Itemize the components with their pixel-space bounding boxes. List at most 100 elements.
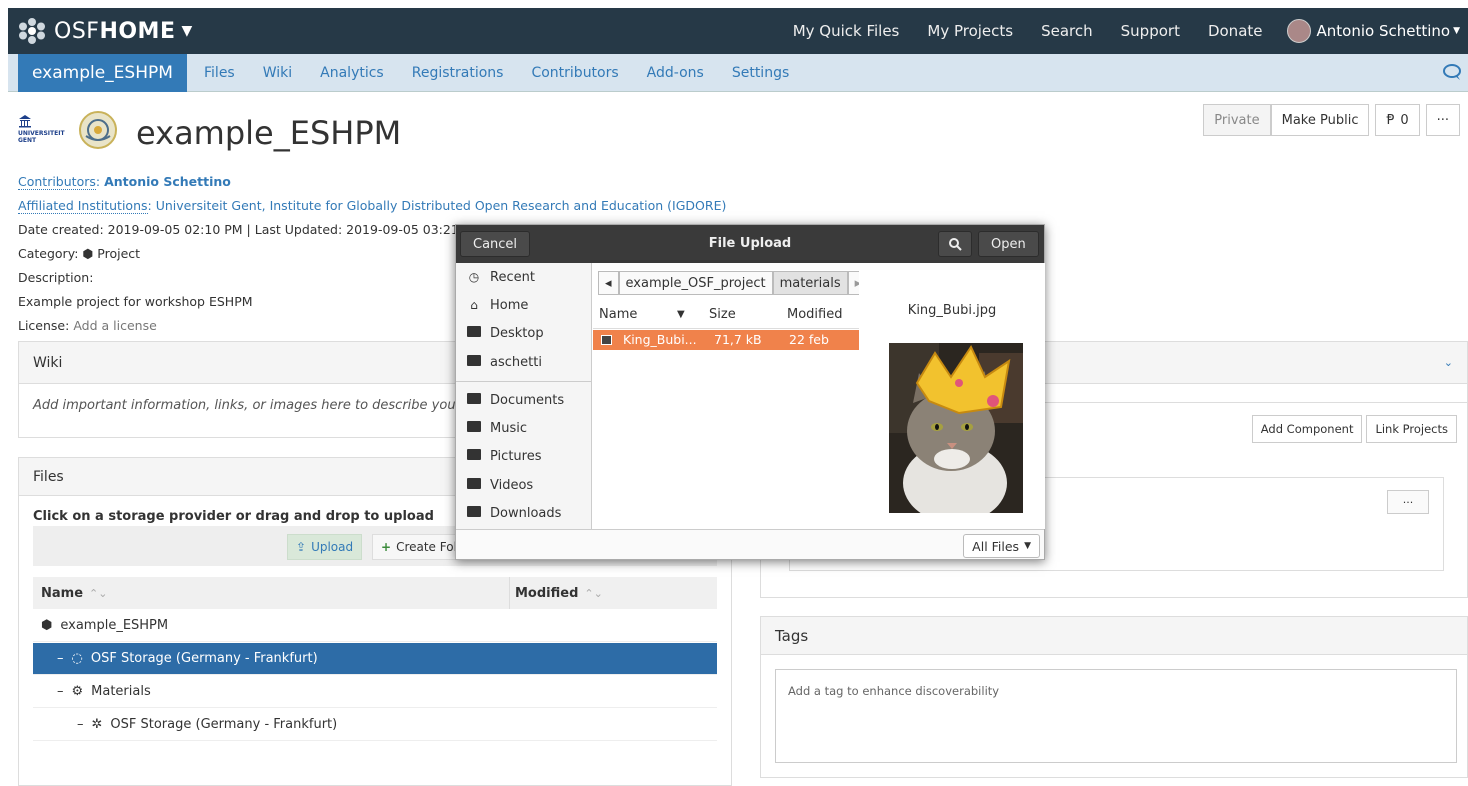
sort-icon: ⌃⌄ xyxy=(584,586,603,600)
project-name-tab[interactable]: example_ESHPM xyxy=(18,54,187,92)
file-type-filter[interactable]: All Files ▼ xyxy=(963,534,1040,558)
osf-home-brand[interactable]: OSF HOME ▼ xyxy=(18,16,193,46)
col-modified[interactable]: Modified xyxy=(787,307,842,322)
top-links: My Quick Files My Projects Search Suppor… xyxy=(779,8,1468,54)
nav-search[interactable]: Search xyxy=(1041,22,1093,40)
comments-icon[interactable] xyxy=(1442,63,1462,81)
nav-my-quick-files[interactable]: My Quick Files xyxy=(793,22,900,40)
table-row[interactable]: ⬢ example_ESHPM xyxy=(33,610,717,642)
nav-donate[interactable]: Donate xyxy=(1208,22,1263,40)
upload-icon: ⇪ xyxy=(296,540,307,554)
path-back-icon[interactable]: ◂ xyxy=(598,271,619,295)
institution-logo-igdore[interactable] xyxy=(78,110,118,150)
tag-input[interactable]: Add a tag to enhance discoverability xyxy=(775,669,1457,763)
sidebar-item-desktop[interactable]: Desktop xyxy=(466,321,544,345)
affiliated-institutions[interactable]: Universiteit Gent, Institute for Globall… xyxy=(156,198,727,213)
collapse-icon[interactable]: – xyxy=(77,717,84,732)
list-item[interactable]: King_Bubi... 71,7 kB 22 feb xyxy=(593,330,859,350)
private-button[interactable]: Private xyxy=(1203,104,1271,136)
tab-contributors[interactable]: Contributors xyxy=(531,65,618,81)
affiliated-label[interactable]: Affiliated Institutions xyxy=(18,198,148,214)
tags-panel-title: Tags xyxy=(761,617,1467,655)
wiki-placeholder-text: Add important information, links, or ima… xyxy=(33,398,515,413)
search-icon[interactable] xyxy=(938,231,972,257)
cat-with-crown-image xyxy=(889,343,1023,513)
sidebar-item-videos[interactable]: Videos xyxy=(466,473,533,497)
sidebar-item-recent[interactable]: ◷ Recent xyxy=(466,265,535,289)
collapse-icon[interactable]: – xyxy=(57,651,64,666)
file-size: 71,7 kB xyxy=(714,332,762,347)
table-row[interactable]: – ◌ OSF Storage (Germany - Frankfurt) xyxy=(33,643,717,675)
add-component-button[interactable]: Add Component xyxy=(1251,415,1363,443)
contributor-link[interactable]: Antonio Schettino xyxy=(104,174,231,189)
institution-logo-ugent[interactable]: UNIVERSITEIT GENT xyxy=(18,114,66,148)
file-list-header: Name ▼ Size Modified xyxy=(593,301,859,329)
folder-icon xyxy=(466,506,482,520)
file-preview: King_Bubi.jpg xyxy=(859,263,1045,529)
fork-icon: Ᵽ xyxy=(1386,112,1395,128)
sort-icon: ⌃⌄ xyxy=(89,586,108,600)
table-row[interactable]: – ✲ OSF Storage (Germany - Frankfurt) xyxy=(33,709,717,741)
col-name[interactable]: Name xyxy=(599,307,637,322)
tab-files[interactable]: Files xyxy=(204,65,235,81)
project-actions: Private Make Public Ᵽ 0 ··· xyxy=(1203,104,1460,136)
home-icon: ⌂ xyxy=(470,298,478,312)
sidebar-item-home[interactable]: ⌂ Home xyxy=(466,293,528,317)
folder-icon xyxy=(466,421,482,435)
sidebar-item-documents[interactable]: Documents xyxy=(466,388,564,412)
components-actions: Add Component Link Projects xyxy=(1248,415,1457,443)
university-building-icon xyxy=(19,115,31,128)
sidebar-item-pictures[interactable]: Pictures xyxy=(466,444,541,468)
storage-icon: ✲ xyxy=(91,717,103,732)
upload-button[interactable]: ⇪ Upload xyxy=(287,534,363,560)
tab-settings[interactable]: Settings xyxy=(732,65,789,81)
tab-registrations[interactable]: Registrations xyxy=(412,65,504,81)
places-sidebar: ◷ Recent ⌂ Home Desktop aschetti Documen… xyxy=(456,263,592,529)
image-file-icon xyxy=(601,335,612,345)
sidebar-item-downloads[interactable]: Downloads xyxy=(466,501,561,525)
dialog-footer: All Files ▼ xyxy=(456,529,1044,559)
user-menu[interactable]: Antonio Schettino ▼ xyxy=(1286,19,1460,43)
path-crumb-materials[interactable]: materials xyxy=(772,271,848,295)
tab-add-ons[interactable]: Add-ons xyxy=(647,65,704,81)
tab-wiki[interactable]: Wiki xyxy=(263,65,292,81)
cube-icon: ⬢ xyxy=(82,246,94,261)
col-modified[interactable]: Modified ⌃⌄ xyxy=(515,586,603,601)
project-navbar: example_ESHPM Files Wiki Analytics Regis… xyxy=(8,54,1468,92)
col-size[interactable]: Size xyxy=(709,307,736,322)
chevron-down-icon[interactable]: ⌄ xyxy=(1444,356,1453,369)
sidebar-item-music[interactable]: Music xyxy=(466,416,527,440)
table-row[interactable]: – ⚙ Materials xyxy=(33,676,717,708)
fork-button[interactable]: Ᵽ 0 xyxy=(1375,104,1420,136)
sort-down-icon: ▼ xyxy=(677,309,685,320)
contributors-label[interactable]: Contributors xyxy=(18,174,96,190)
collapse-icon[interactable]: – xyxy=(57,684,64,699)
component-icon: ⚙ xyxy=(71,684,84,699)
preview-file-name: King_Bubi.jpg xyxy=(907,303,997,318)
folder-icon xyxy=(466,449,482,463)
brand-light-text: OSF xyxy=(54,18,100,44)
caret-down-icon: ▼ xyxy=(181,23,193,39)
folder-icon xyxy=(466,355,482,369)
clock-icon: ◷ xyxy=(468,270,480,284)
make-public-button[interactable]: Make Public xyxy=(1270,104,1370,136)
files-grid-header: Name ⌃⌄ Modified ⌃⌄ xyxy=(33,577,717,609)
top-navbar: OSF HOME ▼ My Quick Files My Projects Se… xyxy=(8,8,1468,54)
path-crumb-project[interactable]: example_OSF_project xyxy=(618,271,773,295)
add-license-link[interactable]: Add a license xyxy=(73,318,156,333)
more-options-button[interactable]: ··· xyxy=(1425,104,1460,136)
nav-my-projects[interactable]: My Projects xyxy=(927,22,1013,40)
file-name: King_Bubi... xyxy=(623,332,697,347)
sidebar-divider xyxy=(456,381,592,382)
tab-analytics[interactable]: Analytics xyxy=(320,65,384,81)
osf-logo-icon xyxy=(19,18,45,44)
open-button[interactable]: Open xyxy=(978,231,1039,257)
sidebar-item-aschetti[interactable]: aschetti xyxy=(466,350,542,374)
cancel-button[interactable]: Cancel xyxy=(460,231,531,257)
folder-icon xyxy=(466,478,482,492)
component-options-button[interactable]: ··· xyxy=(1387,490,1429,514)
col-name[interactable]: Name ⌃⌄ xyxy=(41,586,107,601)
caret-down-icon: ▼ xyxy=(1453,26,1460,36)
nav-support[interactable]: Support xyxy=(1121,22,1180,40)
link-projects-button[interactable]: Link Projects xyxy=(1366,415,1457,443)
